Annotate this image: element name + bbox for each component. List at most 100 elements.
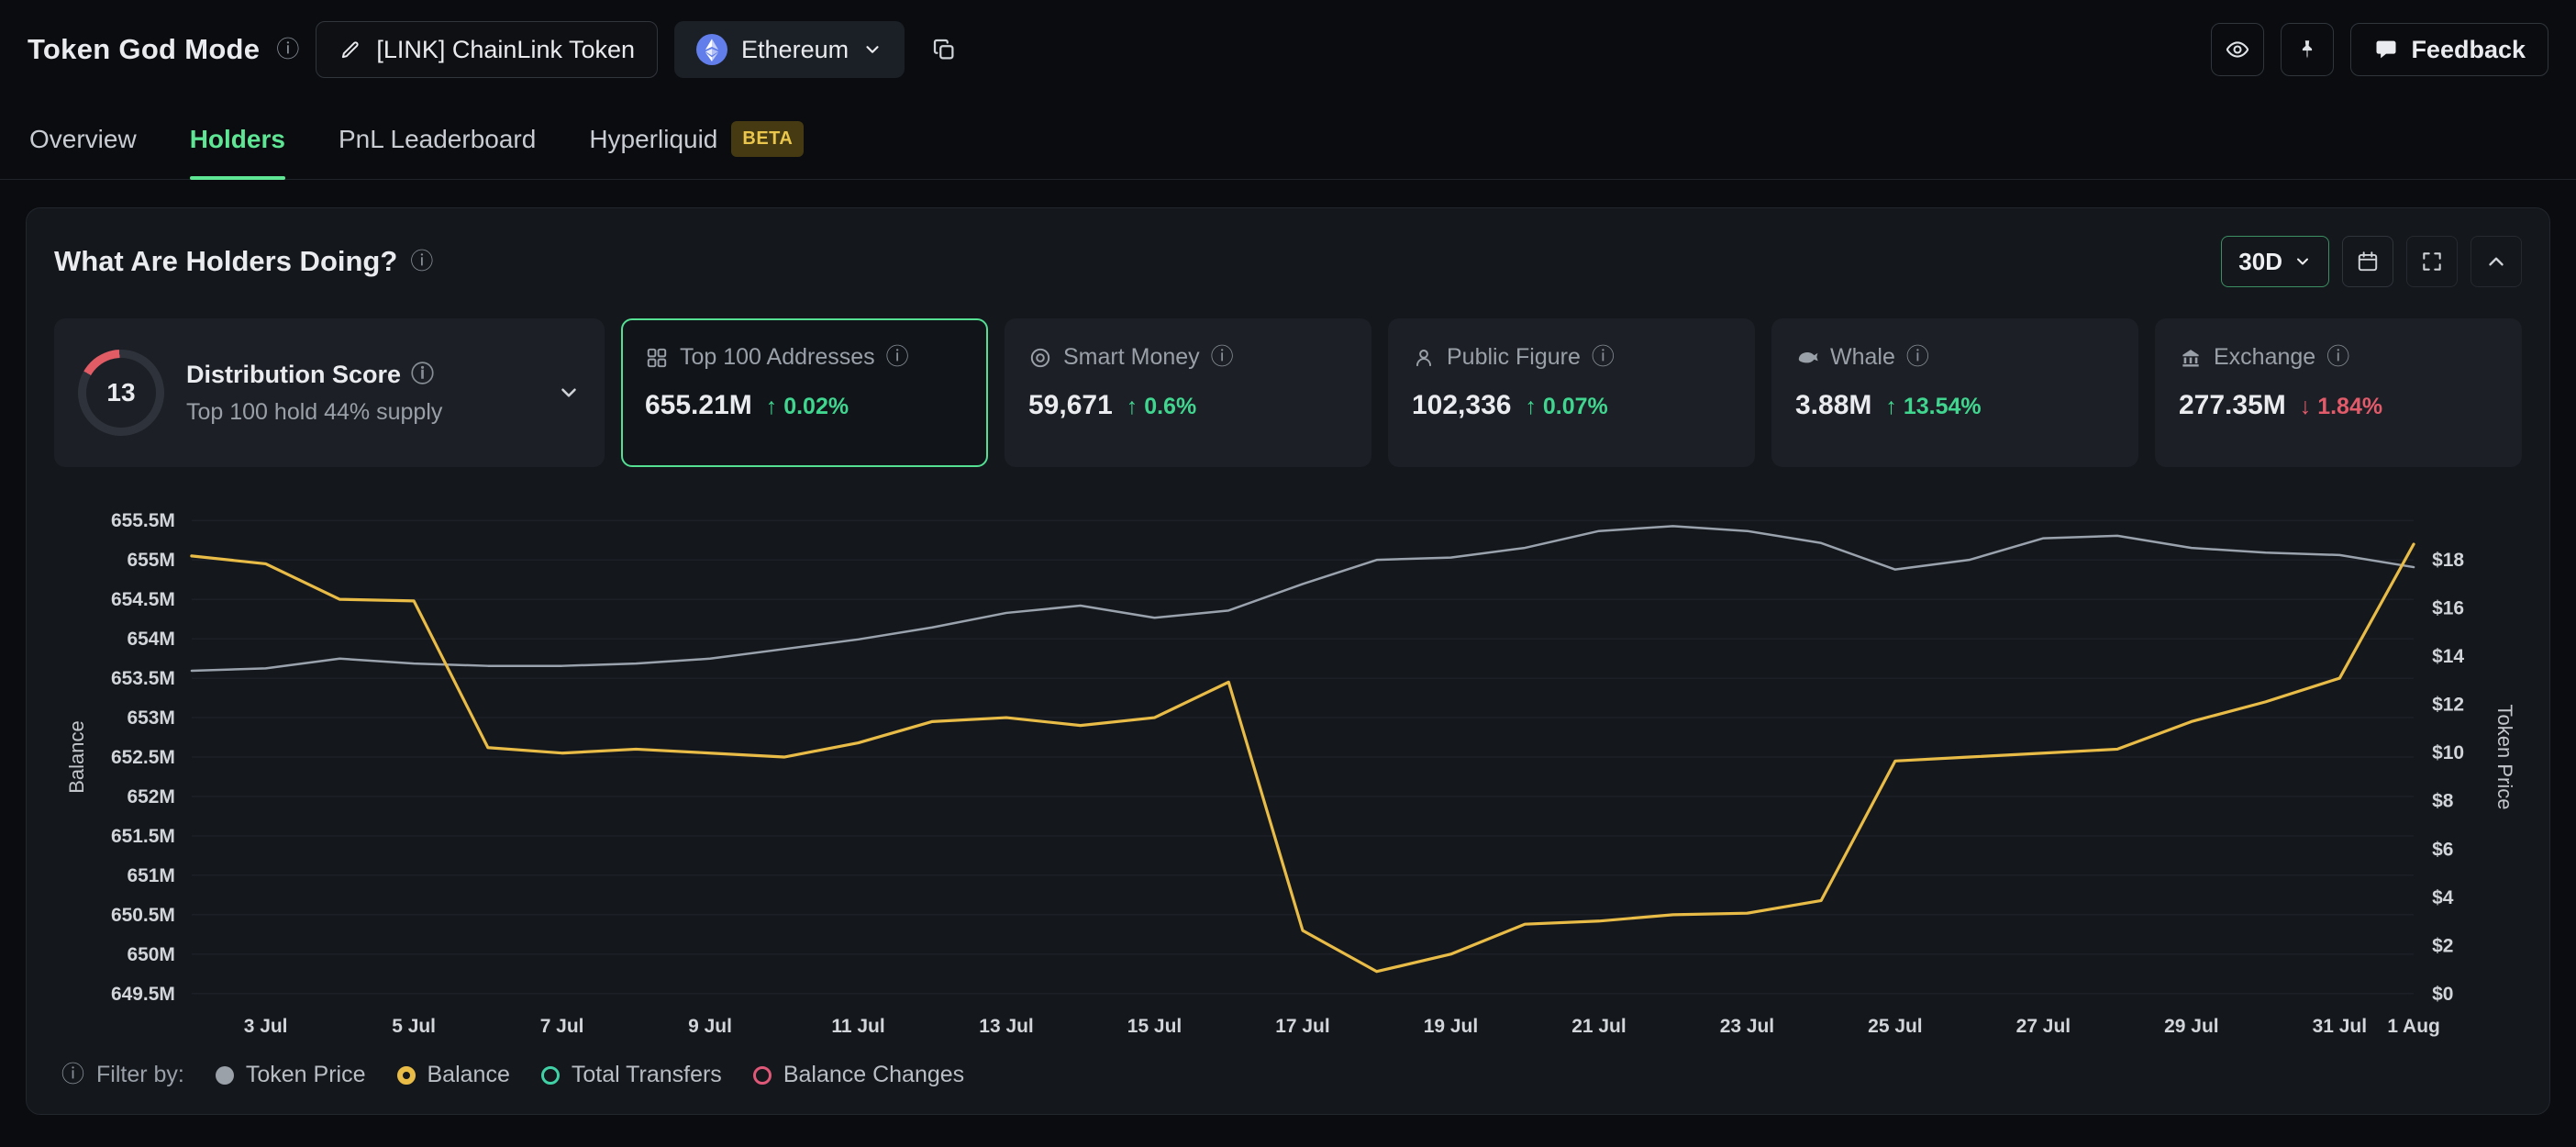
panel-title: What Are Holders Doing? [54,245,397,278]
svg-text:15 Jul: 15 Jul [1127,1016,1182,1037]
tab-hyperliquid[interactable]: Hyperliquid BETA [589,99,804,179]
svg-text:652.5M: 652.5M [111,747,175,768]
fullscreen-button[interactable] [2406,236,2458,287]
svg-text:650M: 650M [127,944,174,965]
stat-card-exchange[interactable]: Exchange ⓘ 277.35M ↓ 1.84% [2155,318,2522,467]
chevron-down-icon[interactable] [557,381,581,405]
stat-card-smart-money[interactable]: Smart Money ⓘ 59,671 ↑ 0.6% [1005,318,1371,467]
svg-text:655.5M: 655.5M [111,510,175,531]
top-bar: Token God Mode ⓘ [LINK] ChainLink Token … [0,0,2576,99]
feedback-button[interactable]: Feedback [2350,23,2548,76]
copy-icon [930,36,958,63]
legend-item-label: Balance [427,1062,510,1088]
info-icon[interactable]: ⓘ [410,251,433,273]
legend-item-balance-changes[interactable]: Balance Changes [753,1062,964,1088]
public-figure-icon [1412,346,1436,370]
legend-filter-label: ⓘ Filter by: [61,1062,184,1088]
distribution-score-card[interactable]: 13 Distribution Score ⓘ Top 100 hold 44%… [54,318,605,467]
stat-card-whale[interactable]: Whale ⓘ 3.88M ↑ 13.54% [1771,318,2138,467]
panel-header: What Are Holders Doing? ⓘ 30D [54,236,2522,287]
info-icon[interactable]: ⓘ [1592,346,1615,369]
svg-text:5 Jul: 5 Jul [392,1016,436,1037]
info-icon[interactable]: ⓘ [411,363,434,386]
info-icon[interactable]: ⓘ [886,346,909,369]
svg-text:652M: 652M [127,786,174,807]
top-100-addresses-icon [645,346,669,370]
score-gauge: 13 [78,350,164,436]
stat-label: Exchange [2214,344,2315,371]
copy-button[interactable] [921,27,967,72]
svg-text:11 Jul: 11 Jul [831,1016,884,1037]
holders-balance-chart[interactable]: 655.5M 655M 654.5M 654M 653.5M 653M 652.5M 652M… [54,502,2522,1049]
tab-overview[interactable]: Overview [29,99,137,179]
pencil-icon [339,38,362,61]
pin-button[interactable] [2281,23,2334,76]
stat-value: 59,671 [1028,390,1113,421]
distribution-score-title: Distribution Score [186,361,401,389]
info-icon[interactable]: ⓘ [1906,346,1929,369]
legend-filter-text: Filter by: [96,1062,184,1088]
info-icon[interactable]: ⓘ [276,39,299,61]
svg-text:650.5M: 650.5M [111,905,175,926]
svg-text:3 Jul: 3 Jul [244,1016,288,1037]
exchange-icon [2179,346,2203,370]
svg-text:653M: 653M [127,707,174,729]
stat-label: Smart Money [1063,344,1200,371]
stat-label: Whale [1830,344,1895,371]
svg-text:$10: $10 [2432,742,2464,763]
smart-money-icon [1028,346,1052,370]
svg-text:$16: $16 [2432,598,2464,619]
y-axis-left-label: Balance [65,720,89,794]
chain-selector-button[interactable]: Ethereum [674,21,905,78]
info-icon[interactable]: ⓘ [1211,346,1234,369]
stat-cards-row: 13 Distribution Score ⓘ Top 100 hold 44%… [54,318,2522,467]
svg-text:29 Jul: 29 Jul [2164,1016,2218,1037]
info-icon[interactable]: ⓘ [2326,346,2349,369]
svg-text:$14: $14 [2432,646,2464,667]
tab-label: PnL Leaderboard [339,125,536,154]
distribution-score-text: Distribution Score ⓘ Top 100 hold 44% su… [186,361,442,426]
whale-icon [1795,346,1819,370]
feedback-label: Feedback [2411,36,2526,64]
token-selector-button[interactable]: [LINK] ChainLink Token [316,21,658,78]
token-selector-label: [LINK] ChainLink Token [376,36,635,64]
score-value: 13 [86,358,156,428]
svg-text:$8: $8 [2432,791,2454,812]
svg-text:23 Jul: 23 Jul [1720,1016,1774,1037]
expand-icon [2420,250,2444,273]
legend-item-label: Token Price [246,1062,366,1088]
tab-pnl-leaderboard[interactable]: PnL Leaderboard [339,99,536,179]
stat-value: 102,336 [1412,390,1511,421]
stat-label: Public Figure [1447,344,1581,371]
stat-value: 277.35M [2179,390,2286,421]
legend-item-total-transfers[interactable]: Total Transfers [541,1062,722,1088]
svg-text:654.5M: 654.5M [111,589,175,610]
tab-bar: Overview Holders PnL Leaderboard Hyperli… [0,99,2576,180]
total-transfers-marker [541,1066,560,1085]
stat-change: ↑ 13.54% [1885,394,1981,420]
calendar-button[interactable] [2342,236,2393,287]
token-price-marker [216,1066,234,1085]
svg-text:651.5M: 651.5M [111,826,175,847]
legend-item-balance[interactable]: Balance [397,1062,510,1088]
collapse-button[interactable] [2471,236,2522,287]
chat-icon [2373,37,2399,62]
pin-icon [2295,38,2319,61]
stat-card-public-figure[interactable]: Public Figure ⓘ 102,336 ↑ 0.07% [1388,318,1755,467]
tab-holders[interactable]: Holders [190,99,285,179]
svg-text:$4: $4 [2432,887,2454,908]
date-range-button[interactable]: 30D [2221,236,2329,287]
stat-value: 655.21M [645,390,752,421]
stat-card-top-100-addresses[interactable]: Top 100 Addresses ⓘ 655.21M ↑ 0.02% [621,318,988,467]
svg-text:653.5M: 653.5M [111,668,175,689]
info-icon[interactable]: ⓘ [61,1063,84,1086]
balance-marker [397,1066,416,1085]
chart-legend: ⓘ Filter by: Token Price Balance Total T… [54,1062,2522,1088]
svg-text:654M: 654M [127,629,174,650]
distribution-score-subtitle: Top 100 hold 44% supply [186,399,442,426]
watchlist-button[interactable] [2211,23,2264,76]
svg-text:655M: 655M [127,550,174,571]
stat-value: 3.88M [1795,390,1871,421]
svg-text:$2: $2 [2432,935,2453,956]
legend-item-token-price[interactable]: Token Price [216,1062,366,1088]
